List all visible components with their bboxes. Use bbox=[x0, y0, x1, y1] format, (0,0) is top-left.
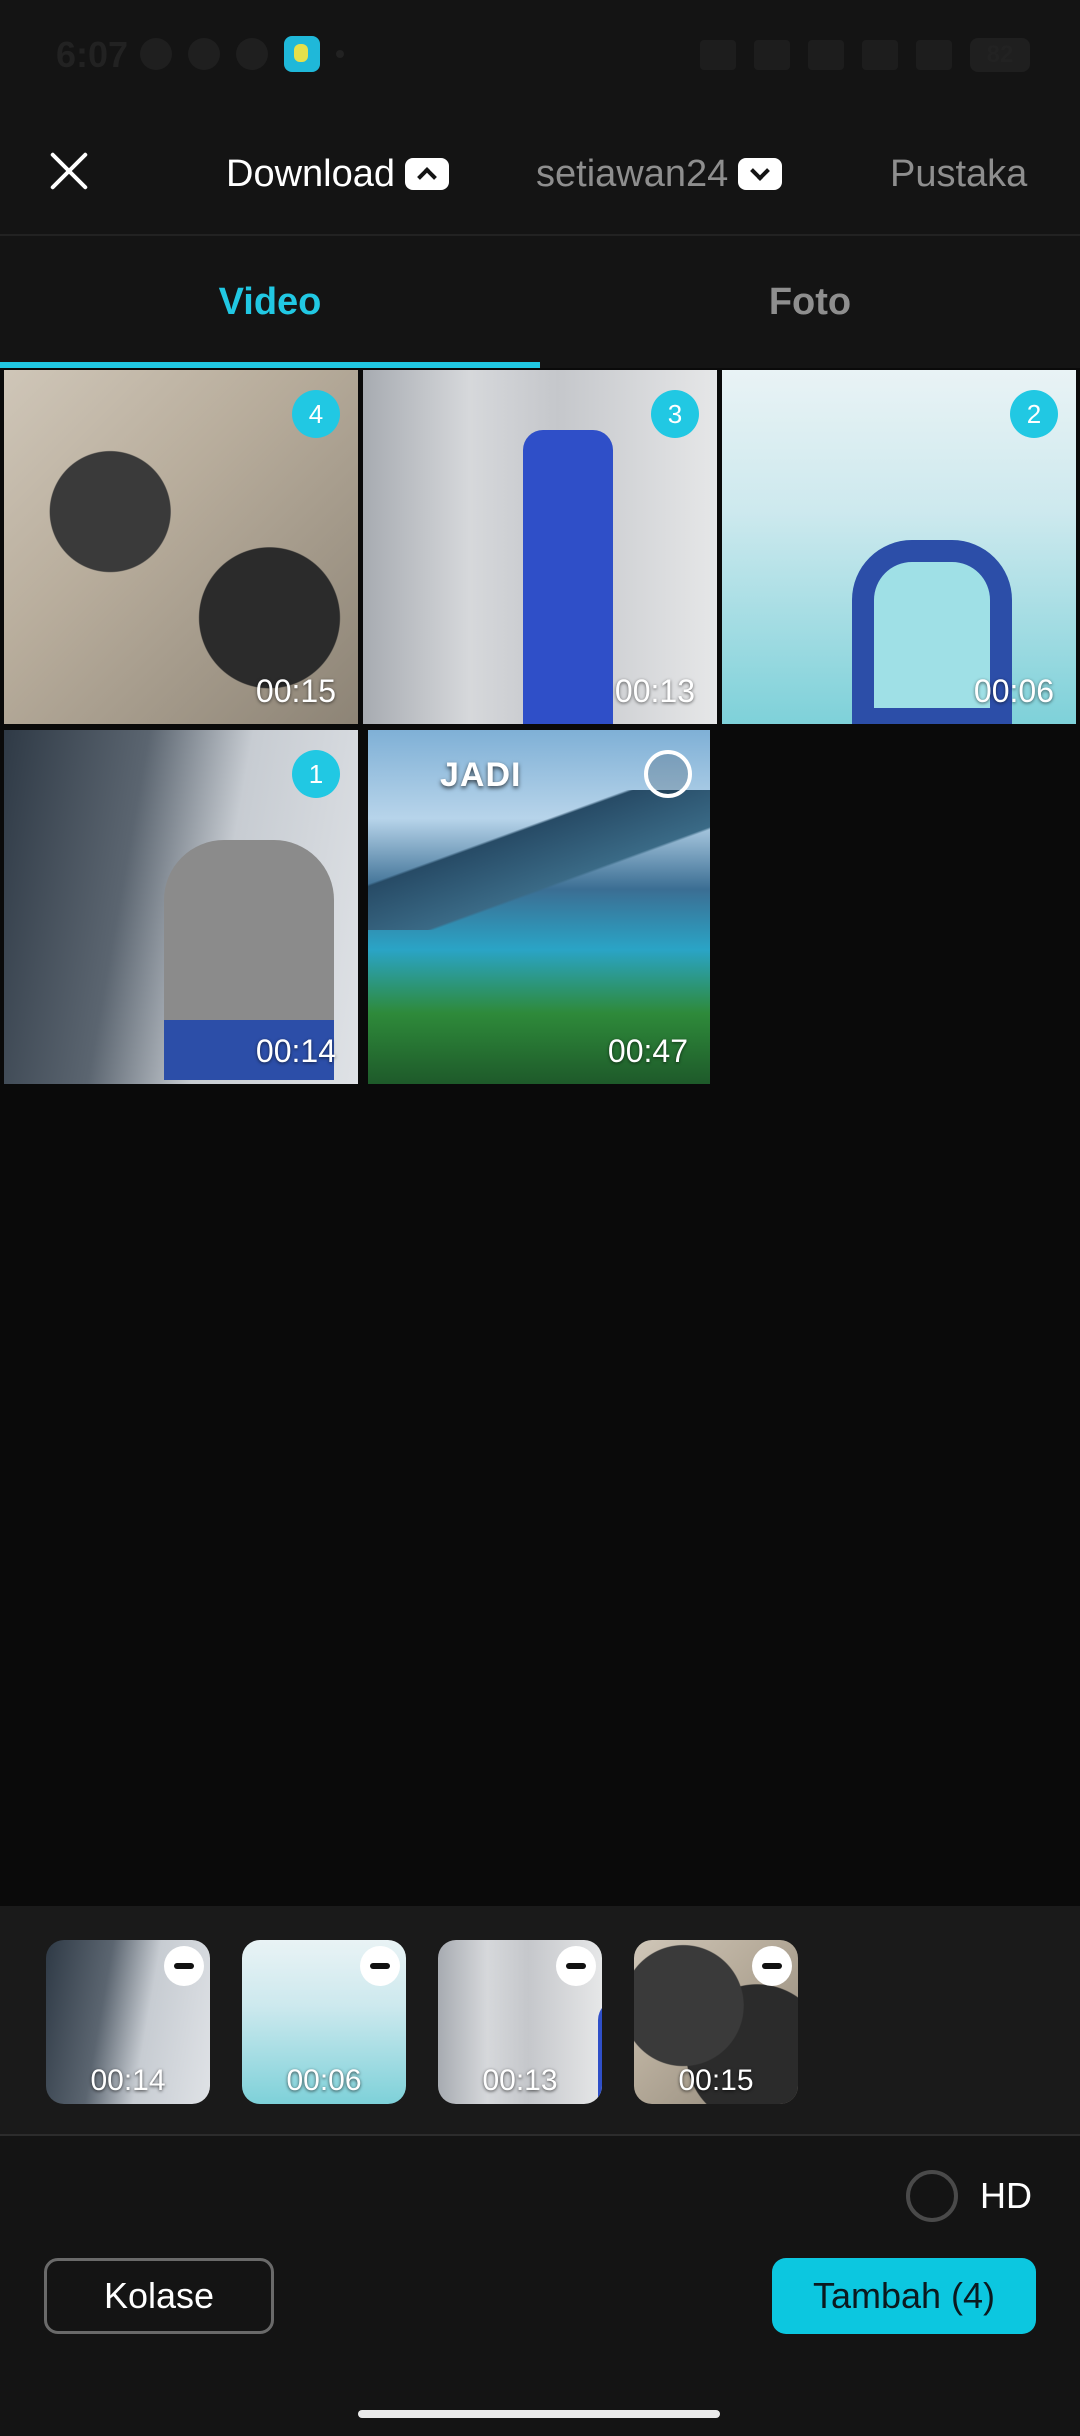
selection-order-badge[interactable]: 1 bbox=[292, 750, 340, 798]
source-account-label: setiawan24 bbox=[536, 152, 729, 195]
remove-icon[interactable] bbox=[556, 1946, 596, 1986]
tab-video-label: Video bbox=[218, 280, 322, 323]
selected-item[interactable]: 00:14 bbox=[46, 1940, 210, 2104]
video-duration: 00:15 bbox=[255, 673, 336, 709]
remove-icon[interactable] bbox=[752, 1946, 792, 1986]
chevron-up-icon bbox=[405, 158, 449, 190]
home-indicator[interactable] bbox=[358, 2410, 720, 2418]
selected-item[interactable]: 00:06 bbox=[242, 1940, 406, 2104]
media-item[interactable]: JADI 00:47 bbox=[368, 730, 710, 1084]
selection-order-badge[interactable]: 4 bbox=[292, 390, 340, 438]
media-item[interactable]: 1 00:14 bbox=[4, 730, 358, 1084]
active-tab-indicator bbox=[0, 362, 540, 368]
selected-duration: 00:14 bbox=[90, 2064, 166, 2097]
selected-duration: 00:06 bbox=[286, 2064, 362, 2097]
more-notifications-dot-icon bbox=[336, 50, 344, 58]
chevron-down-icon bbox=[738, 158, 783, 190]
media-item[interactable]: 4 00:15 bbox=[4, 370, 358, 724]
status-bar: 6:07 82 bbox=[0, 0, 1080, 110]
video-duration: 00:13 bbox=[614, 673, 695, 709]
messenger-icon bbox=[188, 38, 220, 70]
source-account-dropdown[interactable]: setiawan24 bbox=[536, 146, 783, 202]
data-speed-icon bbox=[754, 40, 790, 70]
selection-order-badge[interactable]: 2 bbox=[1010, 390, 1058, 438]
thumbnail-overlay-text: JADI bbox=[440, 756, 522, 794]
tab-video[interactable]: Video bbox=[0, 236, 540, 368]
add-button[interactable]: Tambah (4) bbox=[772, 2258, 1036, 2334]
wifi-icon bbox=[808, 40, 844, 70]
battery-icon: 82 bbox=[970, 38, 1030, 72]
source-download-dropdown[interactable]: Download bbox=[226, 146, 449, 202]
hd-label: HD bbox=[980, 2175, 1032, 2216]
remove-icon[interactable] bbox=[360, 1946, 400, 1986]
selected-media-tray: 00:14 00:06 00:13 00:15 bbox=[0, 1906, 1080, 2136]
system-indicators: 82 bbox=[700, 38, 1030, 72]
instagram-icon bbox=[236, 38, 268, 70]
selected-item[interactable]: 00:15 bbox=[634, 1940, 798, 2104]
alarm-icon bbox=[700, 40, 736, 70]
hd-radio-icon[interactable] bbox=[906, 2170, 958, 2222]
add-button-label: Tambah (4) bbox=[812, 2275, 996, 2316]
selected-duration: 00:13 bbox=[482, 2064, 558, 2097]
collage-button-label: Kolase bbox=[103, 2275, 215, 2316]
notification-icons bbox=[140, 36, 344, 74]
source-header: Download setiawan24 Pustaka bbox=[0, 110, 1080, 236]
video-duration: 00:14 bbox=[255, 1033, 336, 1069]
close-icon[interactable] bbox=[44, 146, 94, 196]
bottom-action-bar: HD Kolase Tambah (4) bbox=[0, 2136, 1080, 2436]
video-duration: 00:06 bbox=[973, 673, 1054, 709]
collage-button[interactable]: Kolase bbox=[44, 2258, 274, 2334]
status-time: 6:07 bbox=[56, 34, 129, 75]
source-download-label: Download bbox=[226, 152, 395, 195]
remove-icon[interactable] bbox=[164, 1946, 204, 1986]
media-type-tabs: Video Foto bbox=[0, 236, 1080, 368]
source-library-label: Pustaka bbox=[890, 152, 1028, 195]
signal-icon bbox=[862, 40, 898, 70]
tab-photo-label: Foto bbox=[768, 280, 852, 323]
selected-duration: 00:15 bbox=[678, 2064, 754, 2097]
media-item[interactable]: 2 00:06 bbox=[722, 370, 1076, 724]
signal-2-icon bbox=[916, 40, 952, 70]
selection-circle-icon[interactable] bbox=[644, 750, 692, 798]
source-library-tab[interactable]: Pustaka bbox=[890, 146, 1027, 202]
media-item[interactable]: 3 00:13 bbox=[363, 370, 717, 724]
video-duration: 00:47 bbox=[607, 1033, 688, 1069]
media-picker-screen: 6:07 82 Download setiawan24 Pustaka Vide… bbox=[0, 0, 1080, 2436]
tab-photo[interactable]: Foto bbox=[540, 236, 1080, 368]
selection-order-badge[interactable]: 3 bbox=[651, 390, 699, 438]
selected-item[interactable]: 00:13 bbox=[438, 1940, 602, 2104]
app-notification-icon bbox=[284, 36, 320, 72]
hd-toggle[interactable]: HD bbox=[906, 2170, 1032, 2222]
whatsapp-icon bbox=[140, 38, 172, 70]
